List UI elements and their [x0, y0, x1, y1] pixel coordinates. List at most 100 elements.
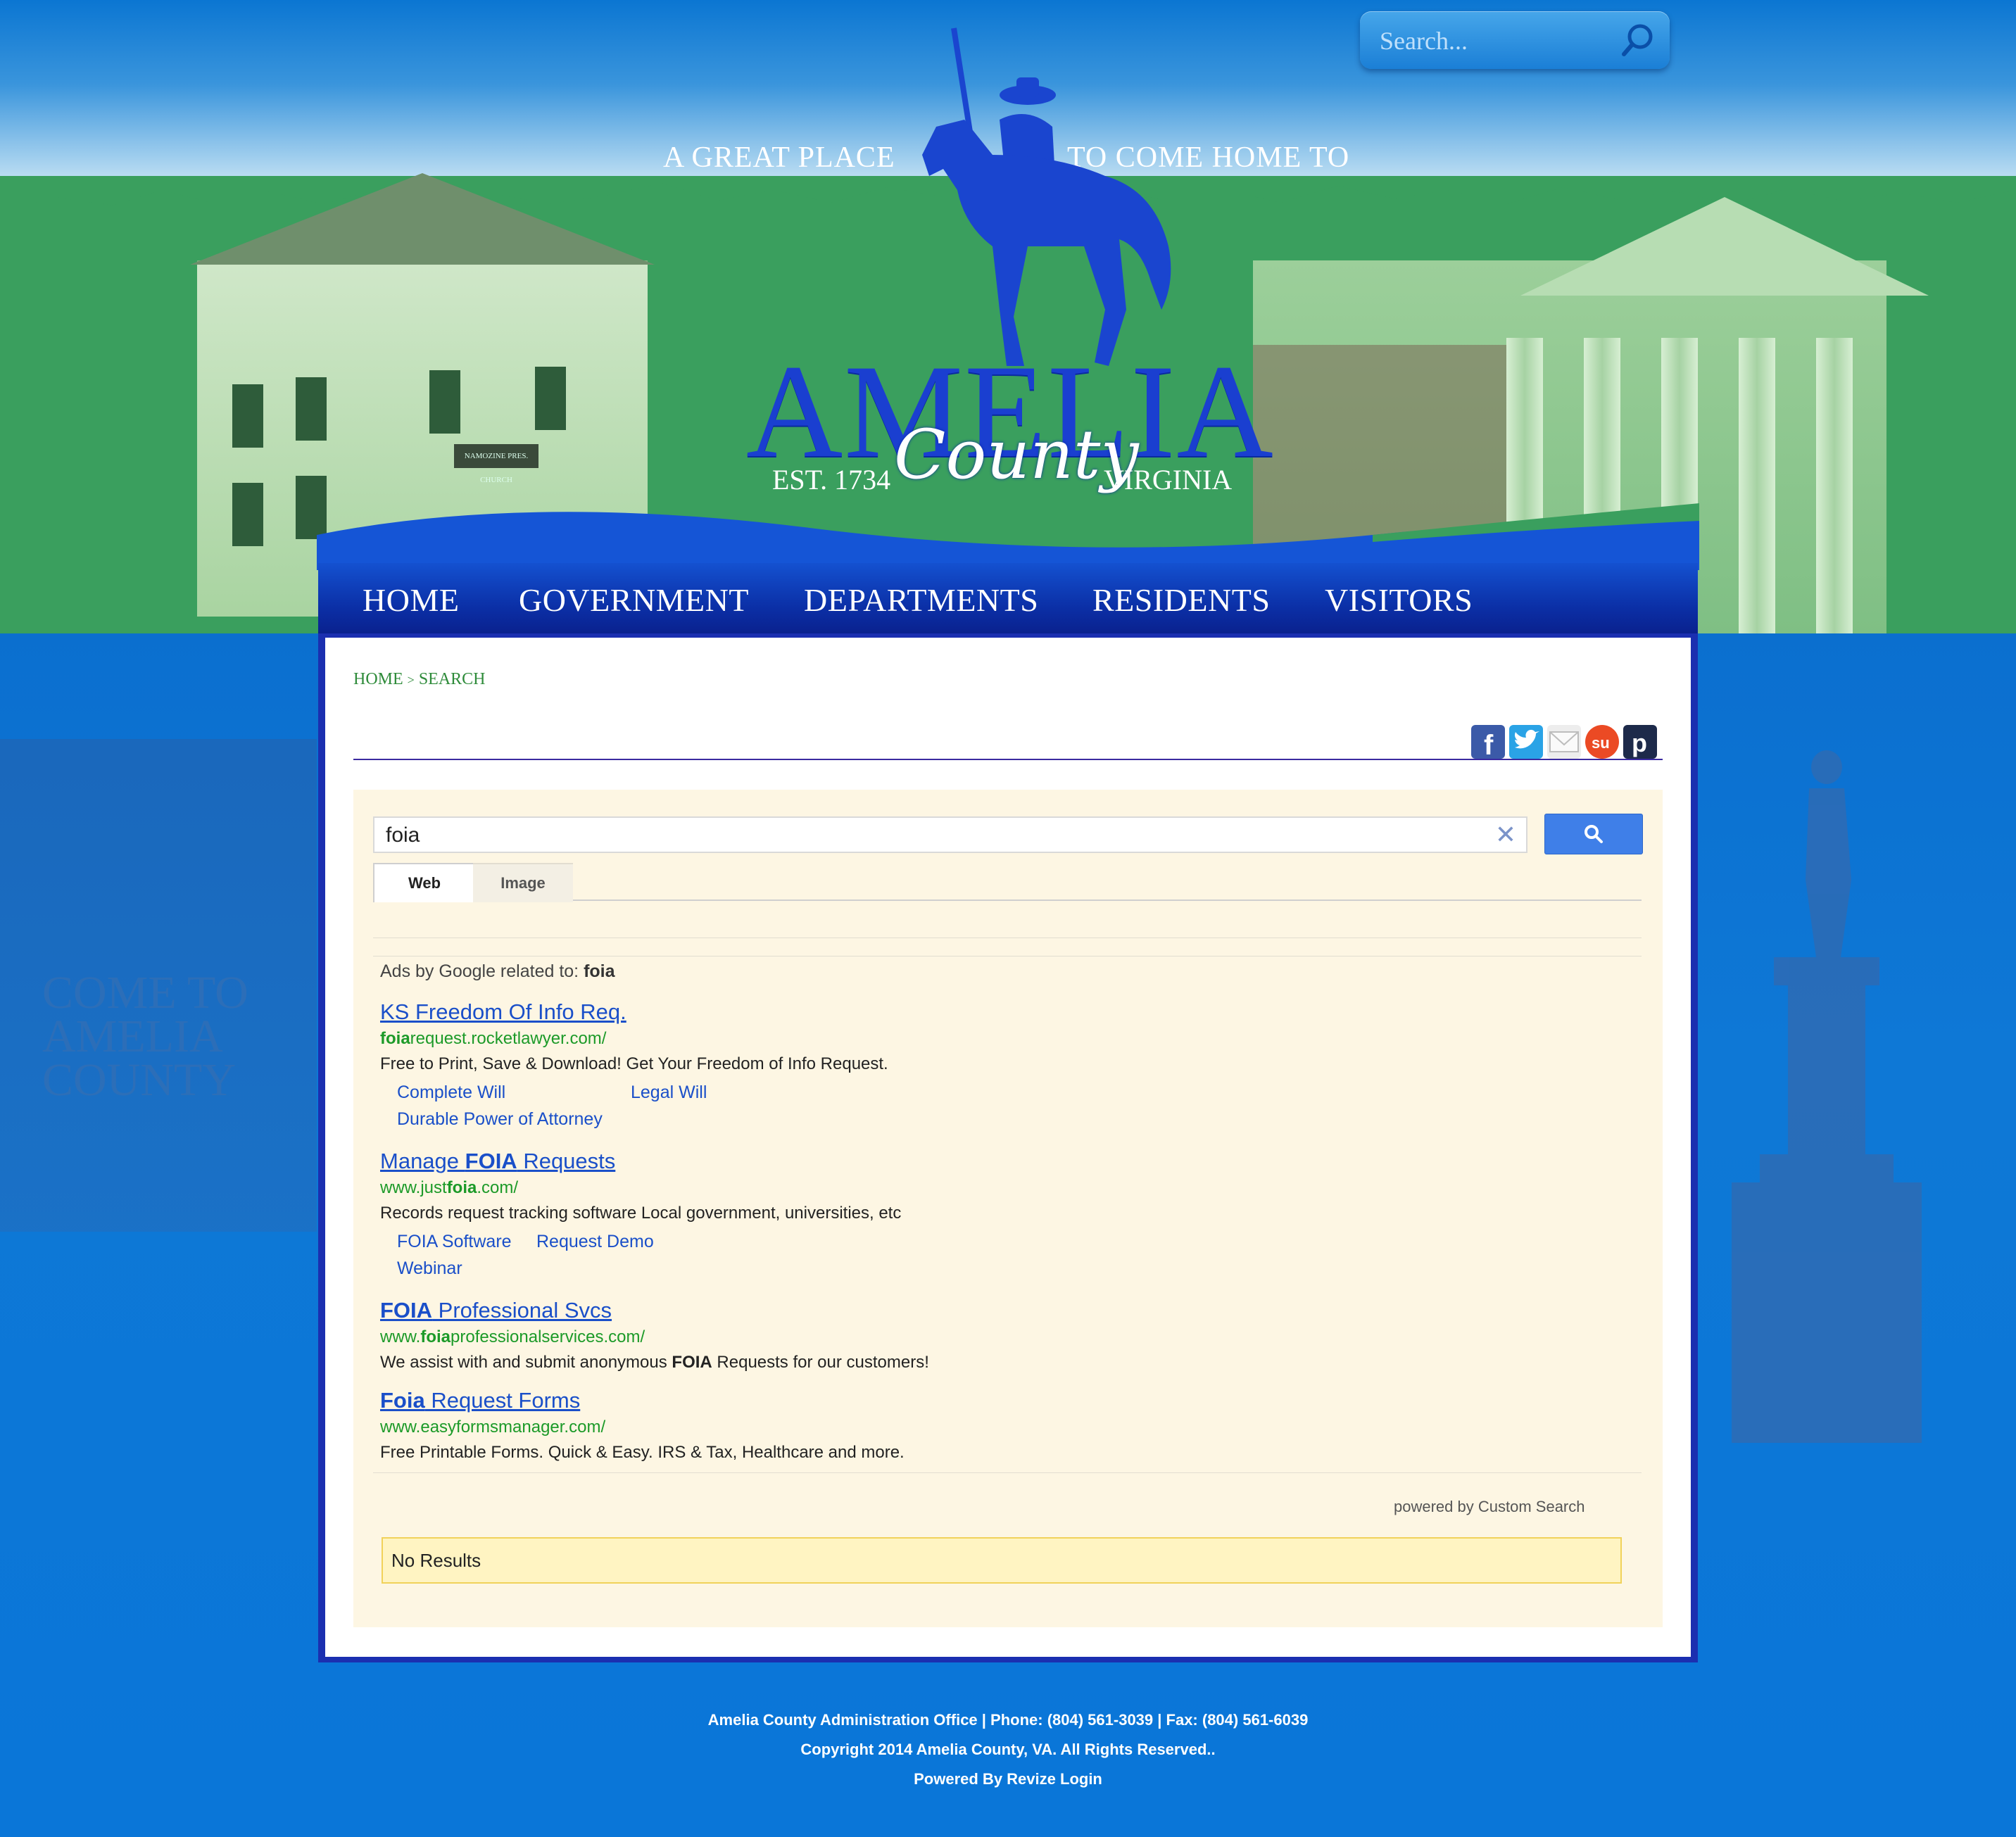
confederate-statue-image	[1732, 750, 1922, 1443]
ad-listing: Foia Request Forms www.easyformsmanager.c…	[380, 1388, 905, 1463]
ad-sitelink[interactable]: Complete Will	[397, 1082, 505, 1103]
no-results-text: No Results	[391, 1550, 481, 1571]
ads-label: Ads by Google related to: foia	[380, 961, 615, 982]
ad-url-part: professionalservices.com/	[451, 1327, 645, 1346]
ad-desc-part: Records request tracking software Local …	[380, 1204, 902, 1223]
nav-home[interactable]: HOME	[363, 581, 459, 619]
ad-title-link[interactable]: KS Freedom Of Info Req.	[380, 999, 888, 1025]
ad-sitelink[interactable]: Durable Power of Attorney	[397, 1109, 603, 1130]
ad-title-part: Manage	[380, 1149, 465, 1173]
search-icon[interactable]	[1620, 23, 1656, 58]
ad-url[interactable]: www.foiaprofessionalservices.com/	[380, 1327, 929, 1347]
ad-sitelink[interactable]: Webinar	[397, 1258, 462, 1279]
ad-url-part: www.easyformsmanager.com/	[380, 1418, 606, 1437]
ad-desc-part: Free to Print, Save & Download! Get Your…	[380, 1054, 888, 1073]
ad-url[interactable]: www.easyformsmanager.com/	[380, 1418, 905, 1437]
custom-search-panel: ✕ Web Image Ads by Google related to: fo…	[353, 790, 1663, 1627]
ad-title-part: Foia	[380, 1388, 425, 1413]
site-search-input[interactable]	[1378, 23, 1606, 59]
pinterest-icon[interactable]: p	[1623, 725, 1657, 759]
ad-desc-part: FOIA	[672, 1353, 712, 1372]
ad-title-link[interactable]: Foia Request Forms	[380, 1388, 905, 1413]
clear-icon[interactable]: ✕	[1495, 822, 1516, 847]
svg-text:su: su	[1592, 734, 1610, 752]
ad-sitelinks: FOIA Software Request Demo Webinar	[380, 1232, 901, 1285]
tab-web[interactable]: Web	[373, 863, 476, 902]
ad-listing: FOIA Professional Svcs www.foiaprofession…	[380, 1298, 929, 1372]
footer-contact: Amelia County Administration Office | Ph…	[707, 1711, 1309, 1729]
ad-sitelinks: Complete Will Legal Will Durable Power of …	[380, 1082, 888, 1136]
ad-description: Records request tracking software Local …	[380, 1204, 901, 1223]
email-icon[interactable]	[1547, 725, 1581, 759]
title-divider	[353, 759, 1663, 760]
ad-desc-part: Free Printable Forms. Quick & Easy. IRS …	[380, 1443, 905, 1462]
tagline-left: A GREAT PLACE	[663, 141, 895, 174]
ad-sitelink[interactable]: Request Demo	[536, 1232, 654, 1252]
ad-description: We assist with and submit anonymous FOIA…	[380, 1353, 929, 1372]
svg-text:p: p	[1632, 728, 1647, 757]
ad-listing: KS Freedom Of Info Req. foiarequest.rocke…	[380, 999, 888, 1136]
ad-description: Free Printable Forms. Quick & Easy. IRS …	[380, 1443, 905, 1463]
ad-title-link[interactable]: Manage FOIA Requests	[380, 1149, 901, 1174]
footer-revize-link[interactable]: Powered By Revize	[914, 1770, 1056, 1788]
welcome-sign-text: COME TO AMELIA COUNTY	[42, 967, 248, 1106]
facebook-icon[interactable]: f	[1471, 725, 1505, 759]
results-divider-mid	[373, 956, 1642, 957]
stumbleupon-icon[interactable]: su	[1585, 725, 1619, 759]
nav-departments[interactable]: DEPARTMENTS	[804, 581, 1038, 619]
powered-by-brand[interactable]: Custom Search	[1478, 1498, 1585, 1515]
no-results-box: No Results	[382, 1537, 1622, 1584]
ad-description: Free to Print, Save & Download! Get Your…	[380, 1054, 888, 1074]
breadcrumb-separator: >	[407, 673, 415, 687]
footer-login-link[interactable]: Login	[1060, 1770, 1102, 1788]
ad-url-part: request.rocketlawyer.com/	[410, 1029, 607, 1048]
main-nav: HOME GOVERNMENT DEPARTMENTS RESIDENTS VI…	[318, 563, 1698, 638]
ad-title-part: FOIA	[380, 1298, 433, 1322]
ad-sitelink[interactable]: FOIA Software	[397, 1232, 512, 1252]
ads-label-text: Ads by Google related to:	[380, 961, 579, 981]
logo-established: EST. 1734	[772, 464, 891, 495]
ad-title-part: FOIA	[465, 1149, 517, 1173]
content-panel: HOME > SEARCH f su p ✕ Web Image	[325, 638, 1691, 1657]
twitter-icon[interactable]	[1509, 725, 1543, 759]
nav-residents[interactable]: RESIDENTS	[1092, 581, 1270, 619]
nav-visitors[interactable]: VISITORS	[1325, 581, 1473, 619]
breadcrumb-home[interactable]: HOME	[353, 670, 403, 688]
powered-by-text: powered by	[1394, 1498, 1474, 1515]
footer-copyright: Copyright 2014 Amelia County, VA. All Ri…	[800, 1741, 1216, 1758]
ad-title-part: Requests	[517, 1149, 616, 1173]
ad-desc-part: Requests for our customers!	[712, 1353, 929, 1372]
logo-state: VIRGINIA	[1104, 464, 1233, 495]
svg-text:f: f	[1484, 730, 1494, 759]
results-search-input[interactable]	[384, 822, 1471, 849]
ad-url[interactable]: www.justfoia.com/	[380, 1178, 901, 1198]
ad-url-part: foia	[420, 1327, 451, 1346]
site-search-box	[1360, 11, 1670, 69]
nav-wave	[317, 503, 1699, 570]
tab-image[interactable]: Image	[473, 863, 573, 902]
ad-url-part: .com/	[477, 1178, 519, 1197]
ad-desc-part: We assist with and submit anonymous	[380, 1353, 672, 1372]
ad-url-part: foia	[446, 1178, 477, 1197]
powered-by: powered by Custom Search	[1394, 1498, 1585, 1516]
church-sign: NAMOZINE PRES. CHURCH	[454, 444, 538, 484]
results-divider-bottom	[373, 1472, 1642, 1473]
county-logo-script: County	[894, 415, 1139, 494]
ad-title-part: KS Freedom Of Info Req.	[380, 999, 626, 1024]
ad-sitelink[interactable]: Legal Will	[631, 1082, 707, 1103]
ad-url-part: www.	[380, 1327, 421, 1346]
footer-powered: Powered By Revize Login	[0, 1770, 2016, 1788]
magnifier-icon	[1585, 825, 1603, 843]
breadcrumb-search[interactable]: SEARCH	[419, 670, 486, 688]
search-submit-button[interactable]	[1544, 814, 1643, 854]
horseman-logo-icon	[922, 27, 1171, 366]
ad-title-link[interactable]: FOIA Professional Svcs	[380, 1298, 929, 1323]
results-search-box: ✕	[373, 816, 1527, 853]
ad-title-part: Request Forms	[424, 1388, 581, 1413]
ad-title-part: Professional Svcs	[432, 1298, 612, 1322]
breadcrumb: HOME > SEARCH	[353, 670, 486, 689]
nav-government[interactable]: GOVERNMENT	[519, 581, 749, 619]
ad-url[interactable]: foiarequest.rocketlawyer.com/	[380, 1029, 888, 1049]
ad-listing: Manage FOIA Requests www.justfoia.com/Rec…	[380, 1149, 901, 1285]
ads-label-term: foia	[584, 961, 615, 981]
